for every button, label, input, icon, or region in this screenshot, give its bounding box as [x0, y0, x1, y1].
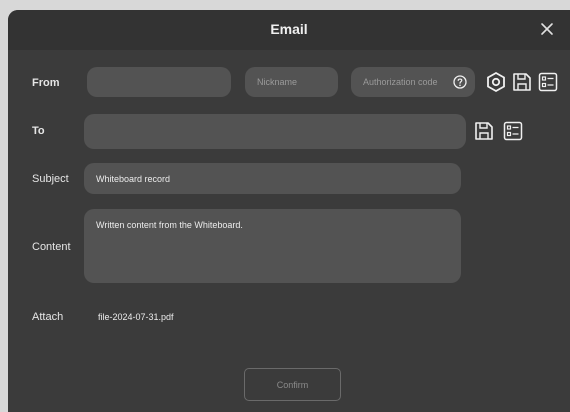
content-label: Content [32, 241, 71, 253]
attachment-filename[interactable]: file-2024-07-31.pdf [98, 312, 174, 322]
subject-input[interactable]: Whiteboard record [84, 163, 461, 194]
dialog-title: Email [270, 21, 308, 37]
nickname-input[interactable]: Nickname [245, 67, 338, 97]
attach-label: Attach [32, 311, 64, 323]
content-textarea[interactable]: Written content from the Whiteboard. [84, 209, 461, 283]
close-icon[interactable] [536, 18, 558, 40]
nickname-placeholder: Nickname [257, 77, 298, 87]
from-address-input[interactable] [87, 67, 231, 97]
content-value: Written content from the Whiteboard. [96, 220, 243, 230]
authorization-code-input[interactable]: Authorization code [351, 67, 475, 97]
help-icon[interactable] [453, 75, 467, 89]
to-input[interactable] [84, 114, 466, 149]
contacts-icon[interactable] [502, 120, 524, 142]
subject-value: Whiteboard record [96, 173, 171, 184]
email-dialog: Email From Nickname Authorization code T… [8, 10, 570, 412]
authcode-placeholder: Authorization code [363, 77, 438, 87]
title-bar: Email [8, 10, 570, 50]
to-label: To [32, 125, 45, 137]
contacts-icon[interactable] [537, 71, 559, 93]
save-icon[interactable] [473, 120, 495, 142]
confirm-button[interactable]: Confirm [244, 368, 341, 401]
subject-label: Subject [32, 173, 69, 185]
from-label: From [32, 77, 60, 89]
settings-icon[interactable] [485, 71, 507, 93]
save-icon[interactable] [511, 71, 533, 93]
